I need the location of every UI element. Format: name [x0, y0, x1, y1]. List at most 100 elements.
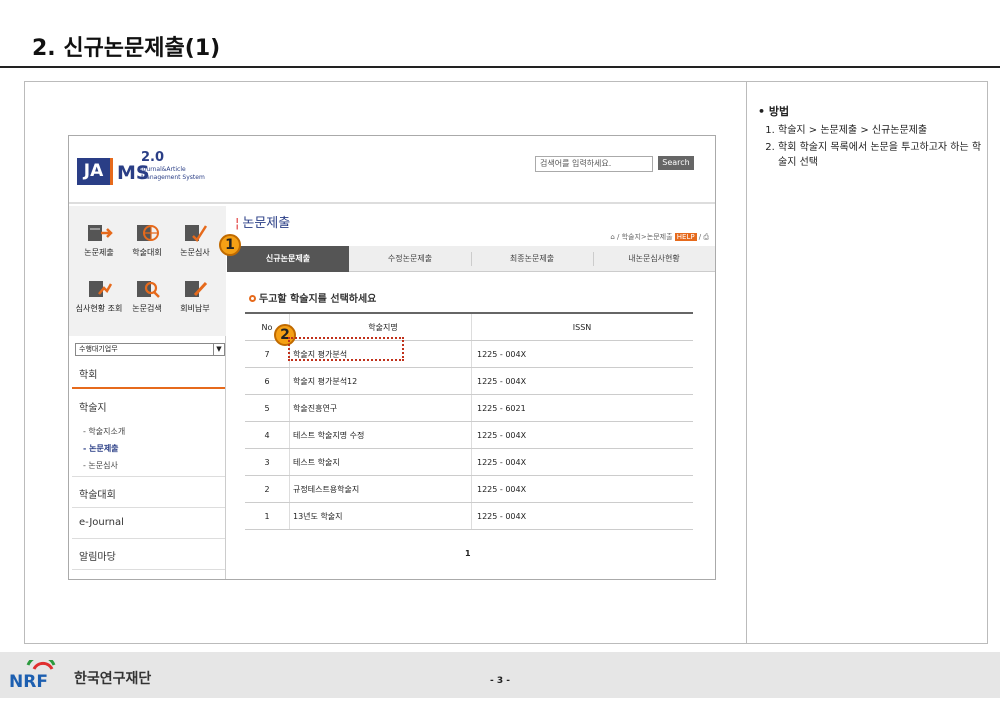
nrf-logo-icon: NRF [9, 660, 56, 690]
instruction-step: 학술지 > 논문제출 > 신규논문제출 [778, 123, 983, 138]
menu-divider [72, 538, 225, 539]
menu-divider [72, 476, 225, 477]
page-heading: ¦ 논문제출 [235, 212, 290, 231]
column-divider [289, 476, 290, 502]
home-icon[interactable]: ⌂ [610, 233, 614, 241]
bullet-icon [249, 295, 256, 302]
cell-issn: 1225 - 004X [477, 377, 527, 386]
cell-issn: 1225 - 6021 [477, 404, 526, 413]
logo-ja: JA [77, 158, 113, 185]
instructions-list: 학술지 > 논문제출 > 신규논문제출 학회 학술지 목록에서 논문을 투고하고… [778, 123, 983, 170]
column-divider [289, 368, 290, 394]
task-select-value: 수행대기업무 [79, 345, 118, 353]
search-input[interactable]: 검색어를 입력하세요. [535, 156, 653, 172]
tab-revised-submission[interactable]: 수정논문제출 [349, 246, 471, 272]
main-content: ¦ 논문제출 ⌂ / 학술지>논문제출 HELP / ⎙ 신규논문제출 수정논문제… [227, 206, 715, 579]
table-row[interactable]: 2 규정테스트용학술지 1225 - 004X [245, 476, 693, 503]
column-divider [289, 422, 290, 448]
cell-journal-name[interactable]: 학술진흥연구 [293, 395, 473, 422]
cell-issn: 1225 - 004X [477, 485, 527, 494]
quick-label: 심사현황 조회 [75, 304, 123, 313]
submenu-paper-submit[interactable]: - 논문제출 [83, 443, 119, 454]
section-title-text: 두고할 학술지를 선택하세요 [259, 294, 377, 305]
chart-document-icon [89, 281, 113, 297]
cell-no: 6 [264, 377, 270, 386]
column-divider [289, 503, 290, 529]
table-row[interactable]: 3 테스트 학술지 1225 - 004X [245, 449, 693, 476]
task-select[interactable]: 수행대기업무 ▼ [75, 343, 225, 356]
column-divider [471, 395, 472, 421]
slide-title: 2. 신규논문제출(1) [32, 36, 221, 61]
quick-membership-fee[interactable]: 회비납부 [171, 278, 219, 313]
cell-no: 3 [264, 458, 270, 467]
cell-no: 2 [264, 485, 270, 494]
page-number: - 3 - [490, 676, 510, 686]
print-icon[interactable]: ⎙ [703, 233, 709, 241]
table-row[interactable]: 4 테스트 학술지명 수정 1225 - 004X [245, 422, 693, 449]
column-divider [471, 314, 472, 340]
menu-notice[interactable]: 알림마당 [79, 548, 116, 563]
column-divider [471, 422, 472, 448]
quick-label: 회비납부 [180, 304, 210, 313]
cell-journal-name[interactable]: 테스트 학술지 [293, 449, 473, 476]
cell-journal-name[interactable]: 테스트 학술지명 수정 [293, 422, 473, 449]
breadcrumb: ⌂ / 학술지>논문제출 HELP / ⎙ [610, 233, 709, 241]
pencil-document-icon [185, 281, 208, 297]
breadcrumb-path: 학술지>논문제출 [621, 233, 673, 241]
slide: 2. 신규논문제출(1) • 방법 학술지 > 논문제출 > 신규논문제출 학회… [0, 0, 1000, 707]
column-divider [289, 449, 290, 475]
table-row[interactable]: 6 학술지 평가분석12 1225 - 004X [245, 368, 693, 395]
submenu-journal-intro[interactable]: - 학술지소개 [83, 426, 125, 437]
document-arrow-icon [88, 225, 113, 241]
magnifier-document-icon [137, 281, 160, 298]
column-divider [471, 449, 472, 475]
menu-divider [72, 507, 225, 508]
header-divider [69, 202, 715, 204]
quick-label: 논문제출 [84, 248, 114, 257]
quick-review-status[interactable]: 심사현황 조회 [75, 278, 123, 313]
heading-marker: ¦ [235, 216, 240, 231]
pagination-current[interactable]: 1 [465, 549, 471, 558]
cell-journal-name[interactable]: 13년도 학술지 [293, 503, 473, 530]
page-heading-text: 논문제출 [242, 216, 291, 231]
cell-journal-name[interactable]: 규정테스트용학술지 [293, 476, 473, 503]
tab-bar: 신규논문제출 수정논문제출 최종논문제출 내논문심사현황 [227, 246, 715, 272]
menu-divider [72, 387, 225, 389]
menu-divider [72, 569, 225, 570]
instructions-heading: • 방법 [758, 105, 790, 118]
table-row[interactable]: 1 13년도 학술지 1225 - 004X [245, 503, 693, 530]
submenu-paper-review[interactable]: - 논문심사 [83, 460, 118, 471]
table-row[interactable]: 5 학술진흥연구 1225 - 6021 [245, 395, 693, 422]
logo-subtitle: Journal&Article Management System [141, 166, 205, 181]
column-divider [471, 341, 472, 367]
tab-my-review-status[interactable]: 내논문심사현황 [593, 246, 715, 272]
quick-submit-paper[interactable]: 논문제출 [75, 222, 123, 257]
quick-review[interactable]: 논문심사 [171, 222, 219, 257]
tab-final-submission[interactable]: 최종논문제출 [471, 246, 593, 272]
quick-paper-search[interactable]: 논문검색 [123, 278, 171, 313]
cell-issn: 1225 - 004X [477, 431, 527, 440]
cell-no: 4 [264, 431, 270, 440]
menu-ejournal[interactable]: e-Journal [79, 517, 124, 528]
nrf-logo-text: NRF [9, 672, 48, 690]
quick-conference[interactable]: 학술대회 [123, 222, 171, 257]
tab-new-submission[interactable]: 신규논문제출 [227, 246, 349, 272]
menu-society[interactable]: 학회 [79, 366, 97, 381]
globe-document-icon [137, 225, 159, 241]
cell-journal-name[interactable]: 학술지 평가분석12 [293, 368, 473, 395]
search-button[interactable]: Search [658, 156, 694, 170]
pencil-check-icon [185, 225, 208, 242]
column-divider [289, 395, 290, 421]
column-divider [471, 476, 472, 502]
jams-logo[interactable]: JA MS 2.0 Journal&Article Management Sys… [77, 150, 207, 190]
callout-badge-1: 1 [219, 234, 241, 256]
cell-issn: 1225 - 004X [477, 350, 527, 359]
menu-journal[interactable]: 학술지 [79, 399, 107, 414]
quick-label: 논문심사 [180, 248, 210, 257]
cell-issn: 1225 - 004X [477, 512, 527, 521]
chevron-down-icon: ▼ [213, 344, 224, 355]
menu-conference[interactable]: 학술대회 [79, 486, 116, 501]
left-navigation: 논문제출 학술대회 논문심사 심사현황 조회 논문검색 회비납부 수행대기업무 … [69, 206, 226, 579]
instruction-step: 학회 학술지 목록에서 논문을 투고하고자 하는 학술지 선택 [778, 140, 983, 170]
help-badge[interactable]: HELP [674, 233, 697, 241]
